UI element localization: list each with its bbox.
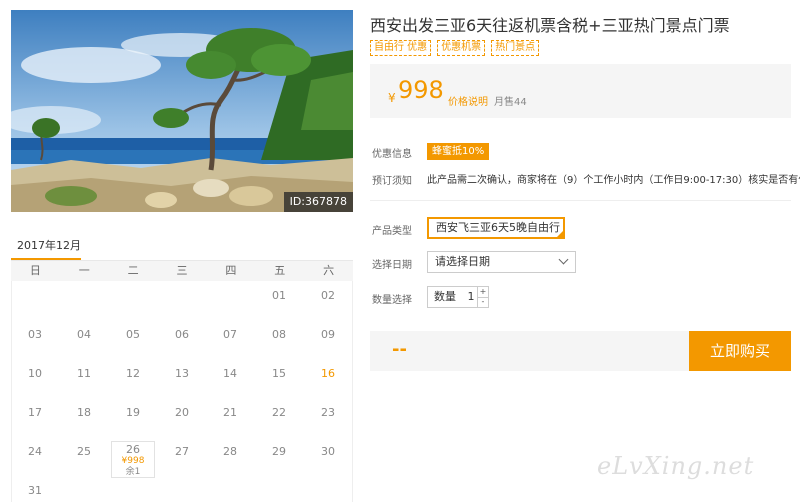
monthly-sales: 月售44 [494, 97, 527, 108]
price-value: 998 [398, 76, 444, 104]
product-type-label: 产品类型 [372, 226, 412, 237]
calendar-month-tab[interactable]: 2017年12月 [11, 236, 81, 260]
calendar-day-02: 02 [321, 289, 335, 302]
watermark: eLvXing.net [597, 452, 755, 480]
calendar-day-18: 18 [77, 406, 91, 419]
price-currency: ¥ [388, 91, 396, 105]
chevron-down-icon [558, 254, 569, 265]
quantity-stepper[interactable]: 数量 1 + - [427, 286, 489, 308]
section-divider [370, 200, 791, 201]
calendar-day-30: 30 [321, 445, 335, 458]
calendar-day-08: 08 [272, 328, 286, 341]
calendar-day-06: 06 [175, 328, 189, 341]
product-photo: ID:367878 [11, 10, 353, 212]
weekday-sun: 日 [29, 264, 41, 277]
calendar-day-09: 09 [321, 328, 335, 341]
calendar-day-28: 28 [223, 445, 237, 458]
calendar-day-24: 24 [28, 445, 42, 458]
photo-id-label: ID:367878 [283, 192, 353, 212]
calendar-day-11: 11 [77, 367, 91, 380]
landscape-image [11, 10, 353, 212]
calendar-day-22: 22 [272, 406, 286, 419]
calendar-day-03: 03 [28, 328, 42, 341]
calendar-day-20: 20 [175, 406, 189, 419]
weekday-fri: 五 [274, 264, 286, 277]
calendar-day-25: 25 [77, 445, 91, 458]
calendar-day-04: 04 [77, 328, 91, 341]
quantity-decrease-button[interactable]: - [477, 297, 488, 307]
calendar-day-31: 31 [28, 484, 42, 497]
date-label: 选择日期 [372, 260, 412, 271]
quantity-label: 数量选择 [372, 295, 412, 306]
promo-badge: 蜂蜜抵10% [427, 143, 490, 160]
calendar-day-17: 17 [28, 406, 42, 419]
calendar-day-23: 23 [321, 406, 335, 419]
calendar-day-19: 19 [126, 406, 140, 419]
calendar-day-14: 14 [223, 367, 237, 380]
calendar-day-21: 21 [223, 406, 237, 419]
calendar-available-day[interactable]: 26 ¥998 余1 [111, 441, 155, 478]
calendar-weekday-header: 日 一 二 三 四 五 六 [11, 261, 353, 281]
weekday-wed: 三 [176, 264, 188, 277]
total-price: -- [392, 339, 407, 360]
tag-free-travel: 自由行 优惠 [370, 40, 432, 56]
calendar-day-01: 01 [272, 289, 286, 302]
quantity-text: 数量 [434, 290, 456, 303]
calendar-day-13: 13 [175, 367, 189, 380]
available-day-number: 26 [126, 443, 140, 456]
calendar-day-15: 15 [272, 367, 286, 380]
calendar-day-07: 07 [223, 328, 237, 341]
booking-notice: 此产品需二次确认，商家将在（9）个工作小时内（工作日9:00-17:30）核实是… [427, 175, 800, 186]
price-explanation-link[interactable]: 价格说明 [448, 93, 488, 108]
calendar-day-27: 27 [175, 445, 189, 458]
date-select-placeholder: 请选择日期 [435, 255, 490, 268]
weekday-sat: 六 [323, 264, 335, 277]
weekday-tue: 二 [127, 264, 139, 277]
calendar-day-16: 16 [321, 367, 335, 380]
calendar-day-12: 12 [126, 367, 140, 380]
calendar-day-10: 10 [28, 367, 42, 380]
tag-discount-flight: 优惠机票 [437, 40, 486, 56]
product-tags: 自由行 优惠 优惠机票 热门景点 [370, 40, 540, 56]
promo-label: 优惠信息 [372, 149, 412, 160]
calendar-day-05: 05 [126, 328, 140, 341]
date-select[interactable]: 请选择日期 [427, 251, 576, 273]
product-title: 西安出发三亚6天往返机票含税+三亚热门景点门票 [370, 16, 730, 35]
available-day-price: ¥998 [121, 456, 145, 466]
calendar-day-29: 29 [272, 445, 286, 458]
tag-hot-attraction: 热门景点 [491, 40, 540, 56]
product-type-option[interactable]: 西安飞三亚6天5晚自由行 [427, 217, 565, 239]
weekday-mon: 一 [78, 264, 90, 277]
selected-corner-icon [557, 231, 563, 237]
product-type-value: 西安飞三亚6天5晚自由行 [436, 221, 560, 234]
notice-label: 预订须知 [372, 176, 412, 187]
available-day-remain: 余1 [125, 467, 141, 477]
weekday-thu: 四 [225, 264, 237, 277]
calendar-grid [11, 281, 353, 502]
buy-now-button[interactable]: 立即购买 [689, 331, 791, 371]
quantity-value[interactable]: 1 [468, 290, 475, 303]
